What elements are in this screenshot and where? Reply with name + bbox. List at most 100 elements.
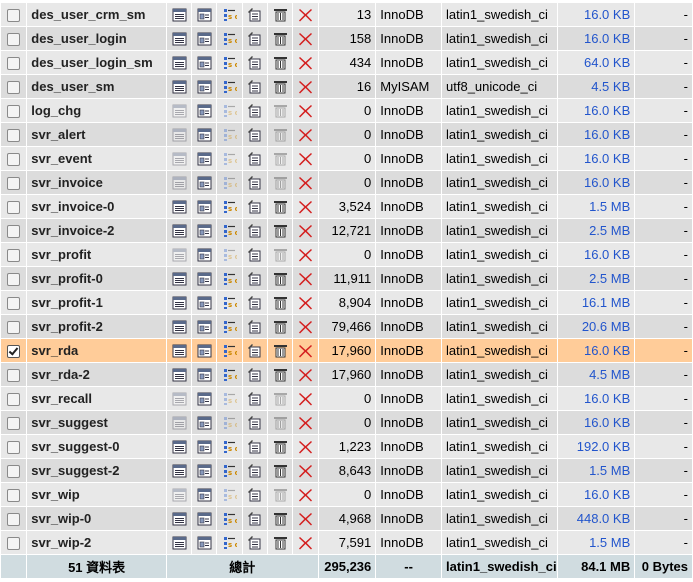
table-row[interactable]: des_user_sm s c 16 MyISAM utf8_unicode_ci 4.5… — [1, 75, 692, 98]
drop-action[interactable] — [293, 411, 318, 434]
row-checkbox[interactable] — [7, 9, 21, 23]
structure-action[interactable] — [192, 435, 217, 458]
table-row[interactable]: svr_wip-2 s c 7,591 InnoDB latin1_swedish_ci… — [1, 531, 692, 554]
browse-action[interactable] — [166, 267, 192, 290]
row-checkbox[interactable] — [7, 177, 21, 191]
empty-action[interactable] — [268, 435, 293, 458]
row-checkbox[interactable] — [7, 153, 21, 167]
table-name[interactable]: svr_event — [27, 147, 166, 170]
insert-action[interactable] — [242, 411, 268, 434]
empty-action[interactable] — [268, 195, 293, 218]
table-size[interactable]: 4.5 KB — [558, 75, 635, 98]
insert-action[interactable] — [242, 291, 268, 314]
browse-action[interactable] — [166, 315, 192, 338]
row-checkbox[interactable] — [7, 489, 21, 503]
table-size[interactable]: 16.0 KB — [558, 483, 635, 506]
browse-action[interactable] — [166, 363, 192, 386]
search-action[interactable]: s c — [217, 243, 242, 266]
table-name[interactable]: svr_invoice — [27, 171, 166, 194]
search-action[interactable]: s c — [217, 27, 242, 50]
empty-action[interactable] — [268, 483, 293, 506]
insert-action[interactable] — [242, 435, 268, 458]
structure-action[interactable] — [192, 243, 217, 266]
empty-action[interactable] — [268, 99, 293, 122]
empty-action[interactable] — [268, 267, 293, 290]
table-name[interactable]: svr_rda-2 — [27, 363, 166, 386]
search-action[interactable]: s c — [217, 339, 242, 362]
table-size[interactable]: 16.0 KB — [558, 387, 635, 410]
row-checkbox[interactable] — [7, 393, 21, 407]
table-row[interactable]: svr_rda-2 s c 17,960 InnoDB latin1_swedish_c… — [1, 363, 692, 386]
table-size[interactable]: 64.0 KB — [558, 51, 635, 74]
empty-action[interactable] — [268, 171, 293, 194]
browse-action[interactable] — [166, 435, 192, 458]
structure-action[interactable] — [192, 459, 217, 482]
empty-action[interactable] — [268, 411, 293, 434]
browse-action[interactable] — [166, 3, 192, 26]
structure-action[interactable] — [192, 195, 217, 218]
table-row[interactable]: log_chg s c 0 InnoDB latin1_swedish_ci 16.0 K… — [1, 99, 692, 122]
empty-action[interactable] — [268, 459, 293, 482]
table-row[interactable]: svr_recall s c 0 InnoDB latin1_swedish_ci 16.… — [1, 387, 692, 410]
table-size[interactable]: 448.0 KB — [558, 507, 635, 530]
table-name[interactable]: svr_recall — [27, 387, 166, 410]
table-row[interactable]: svr_profit s c 0 InnoDB latin1_swedish_ci 16.… — [1, 243, 692, 266]
insert-action[interactable] — [242, 507, 268, 530]
search-action[interactable]: s c — [217, 291, 242, 314]
drop-action[interactable] — [293, 243, 318, 266]
table-size[interactable]: 2.5 MB — [558, 219, 635, 242]
drop-action[interactable] — [293, 171, 318, 194]
table-name[interactable]: des_user_crm_sm — [27, 3, 166, 26]
browse-action[interactable] — [166, 75, 192, 98]
table-name[interactable]: des_user_login — [27, 27, 166, 50]
drop-action[interactable] — [293, 483, 318, 506]
row-checkbox[interactable] — [7, 513, 21, 527]
table-row[interactable]: svr_profit-2 s c 79,466 InnoDB latin1_swedis… — [1, 315, 692, 338]
browse-action[interactable] — [166, 195, 192, 218]
row-checkbox[interactable] — [7, 465, 21, 479]
drop-action[interactable] — [293, 27, 318, 50]
table-name[interactable]: svr_profit-2 — [27, 315, 166, 338]
table-size[interactable]: 192.0 KB — [558, 435, 635, 458]
structure-action[interactable] — [192, 219, 217, 242]
table-row[interactable]: svr_wip s c 0 InnoDB latin1_swedish_ci 16.0 K… — [1, 483, 692, 506]
search-action[interactable]: s c — [217, 531, 242, 554]
insert-action[interactable] — [242, 363, 268, 386]
table-size[interactable]: 16.0 KB — [558, 243, 635, 266]
empty-action[interactable] — [268, 315, 293, 338]
drop-action[interactable] — [293, 507, 318, 530]
structure-action[interactable] — [192, 267, 217, 290]
insert-action[interactable] — [242, 27, 268, 50]
insert-action[interactable] — [242, 243, 268, 266]
drop-action[interactable] — [293, 339, 318, 362]
search-action[interactable]: s c — [217, 483, 242, 506]
browse-action[interactable] — [166, 51, 192, 74]
browse-action[interactable] — [166, 483, 192, 506]
search-action[interactable]: s c — [217, 195, 242, 218]
table-row[interactable]: svr_invoice-0 s c 3,524 InnoDB latin1_swedis… — [1, 195, 692, 218]
structure-action[interactable] — [192, 363, 217, 386]
search-action[interactable]: s c — [217, 435, 242, 458]
insert-action[interactable] — [242, 171, 268, 194]
search-action[interactable]: s c — [217, 459, 242, 482]
structure-action[interactable] — [192, 483, 217, 506]
table-size[interactable]: 20.6 MB — [558, 315, 635, 338]
table-name[interactable]: des_user_login_sm — [27, 51, 166, 74]
insert-action[interactable] — [242, 123, 268, 146]
browse-action[interactable] — [166, 99, 192, 122]
table-row[interactable]: svr_suggest s c 0 InnoDB latin1_swedish_ci 16… — [1, 411, 692, 434]
table-name[interactable]: svr_profit-1 — [27, 291, 166, 314]
table-name[interactable]: svr_profit — [27, 243, 166, 266]
row-checkbox[interactable] — [7, 249, 21, 263]
structure-action[interactable] — [192, 3, 217, 26]
search-action[interactable]: s c — [217, 51, 242, 74]
drop-action[interactable] — [293, 51, 318, 74]
empty-action[interactable] — [268, 339, 293, 362]
table-size[interactable]: 16.0 KB — [558, 3, 635, 26]
table-name[interactable]: log_chg — [27, 99, 166, 122]
insert-action[interactable] — [242, 51, 268, 74]
insert-action[interactable] — [242, 315, 268, 338]
browse-action[interactable] — [166, 459, 192, 482]
browse-action[interactable] — [166, 219, 192, 242]
table-row[interactable]: svr_invoice s c 0 InnoDB latin1_swedish_ci 16… — [1, 171, 692, 194]
